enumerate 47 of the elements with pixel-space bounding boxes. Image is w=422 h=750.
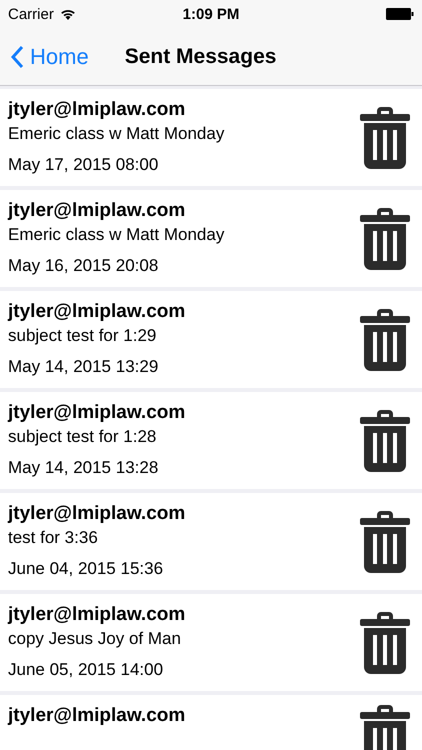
message-subject: subject test for 1:29 [8,324,158,346]
sender-email: jtyler@lmiplaw.com [8,705,186,727]
message-date: May 17, 2015 08:00 [8,154,160,176]
message-row[interactable]: jtyler@lmiplaw.com subject test for 1:28 May 14, 2015 13:28 [0,392,422,489]
trash-icon [360,208,410,270]
message-date: May 14, 2015 13:29 [8,356,160,378]
message-row[interactable]: jtyler@lmiplaw.com Emeric class w Matt Monday May 17, 2015 08:00 [0,89,422,186]
message-subject: test for 3:36 [8,526,99,548]
message-row[interactable]: jtyler@lmiplaw.com Emeric class w Matt Monday May 16, 2015 20:08 [0,190,422,287]
trash-icon [360,410,410,472]
trash-icon [360,308,410,370]
message-subject: Emeric class w Matt Monday [8,122,226,144]
message-row[interactable]: jtyler@lmiplaw.com subject test for 1:29 May 14, 2015 13:29 [0,291,422,388]
message-subject: copy Jesus Joy of Man [8,628,182,650]
sender-email: jtyler@lmiplaw.com [8,98,186,120]
battery-icon [386,8,414,20]
trash-icon [360,612,410,674]
sender-email: jtyler@lmiplaw.com [8,300,186,322]
message-date: June 05, 2015 14:00 [8,658,164,680]
message-row[interactable]: jtyler@lmiplaw.com copy Jesus Joy of Man June 05, 2015 14:00 [0,594,422,691]
back-button[interactable]: Home [10,44,89,70]
carrier-label: Carrier [8,6,54,22]
message-row[interactable]: jtyler@lmiplaw.com test for 3:36 June 04, 2015 15:36 [0,493,422,590]
sender-email: jtyler@lmiplaw.com [8,502,186,524]
chevron-left-icon [10,44,24,68]
message-date: May 14, 2015 13:28 [8,456,160,478]
delete-button[interactable] [360,106,410,168]
delete-button[interactable] [360,208,410,270]
delete-button[interactable] [360,510,410,572]
delete-button[interactable] [360,308,410,370]
message-subject: subject test for 1:28 [8,426,158,448]
wifi-icon [60,8,76,20]
screen-title: Sent Messages [124,44,276,68]
delete-button[interactable] [360,705,410,750]
trash-icon [360,510,410,572]
sender-email: jtyler@lmiplaw.com [8,402,186,424]
message-subject: Emeric class w Matt Monday [8,224,226,246]
delete-button[interactable] [360,612,410,674]
message-date: May 16, 2015 20:08 [8,254,160,276]
clock-time: 1:09 PM [182,6,240,22]
delete-button[interactable] [360,410,410,472]
sender-email: jtyler@lmiplaw.com [8,200,186,222]
sender-email: jtyler@lmiplaw.com [8,604,186,626]
message-date: June 04, 2015 15:36 [8,558,164,580]
message-row[interactable]: jtyler@lmiplaw.com [0,695,422,750]
trash-icon [360,705,410,750]
trash-icon [360,106,410,168]
